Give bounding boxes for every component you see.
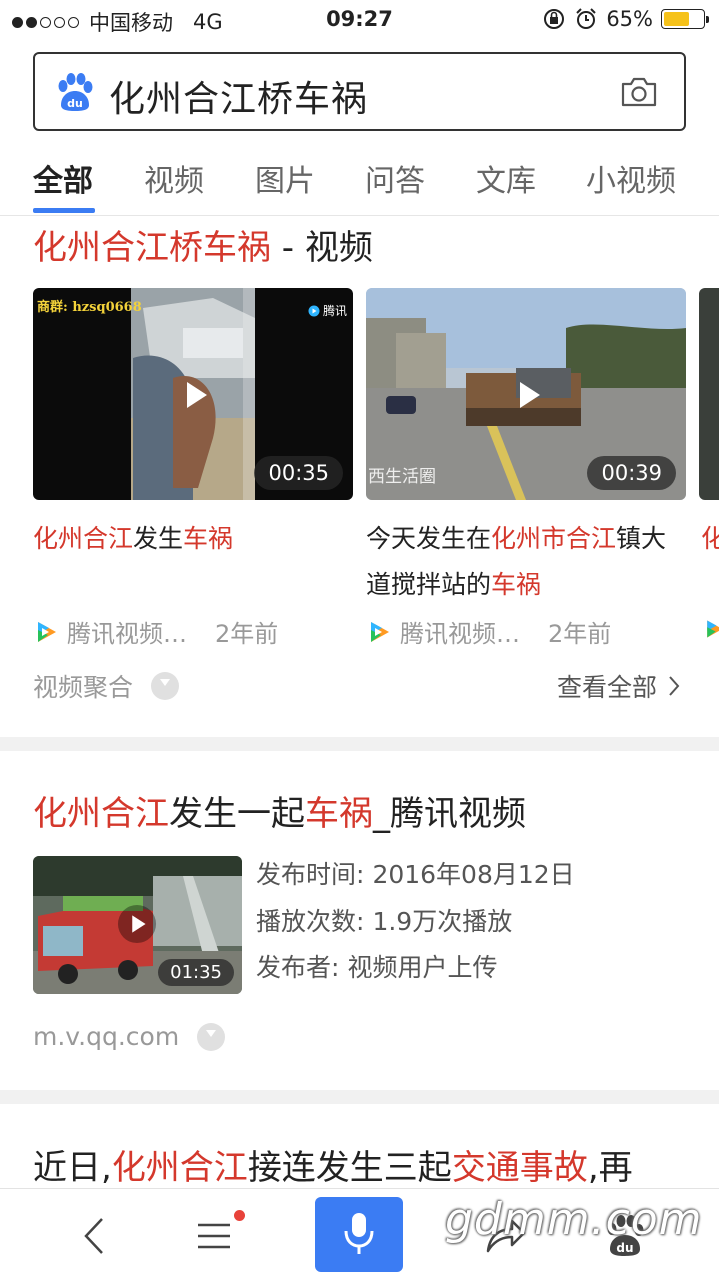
- tab-library[interactable]: 文库: [476, 156, 536, 200]
- video-card-partial[interactable]: 化: [699, 288, 719, 668]
- result-title[interactable]: 近日,化州合江接连发生三起交通事故,再: [33, 1140, 633, 1189]
- video-title[interactable]: 化: [701, 516, 719, 562]
- play-icon: [520, 382, 540, 408]
- tencent-video-icon: [707, 620, 719, 638]
- active-tab-indicator: [33, 208, 95, 213]
- video-card[interactable]: 西生活圈 00:39 今天发生在化州市合江镇大道搅拌站的车祸 腾讯视频… 2年前: [366, 288, 686, 648]
- search-query[interactable]: 化州合江桥车祸: [109, 70, 368, 122]
- tab-all[interactable]: 全部: [33, 156, 93, 200]
- tab-images[interactable]: 图片: [255, 156, 315, 200]
- back-icon[interactable]: [72, 1211, 122, 1261]
- tab-video[interactable]: 视频: [144, 156, 204, 200]
- tencent-video-icon: [371, 621, 389, 642]
- alarm-icon: [576, 8, 597, 29]
- chevron-down-icon[interactable]: [151, 672, 180, 700]
- publish-time: 发布时间: 2016年08月12日: [256, 860, 575, 889]
- notification-dot: [234, 1210, 245, 1221]
- menu-icon[interactable]: [190, 1211, 240, 1261]
- overlay-text: 商群: hzsq0668: [37, 300, 142, 315]
- tencent-watermark: 腾讯: [308, 302, 347, 319]
- rotation-lock-icon: [544, 9, 565, 29]
- video-thumbnail[interactable]: [699, 288, 719, 500]
- publisher: 发布者: 视频用户上传: [256, 953, 498, 982]
- video-duration: 00:39: [587, 456, 676, 490]
- video-card[interactable]: 商群: hzsq0668 腾讯 00:35 化州合江发生车祸 腾讯视频… 2年前: [33, 288, 353, 648]
- baidu-paw-icon: du: [58, 73, 93, 111]
- mic-icon: [344, 1213, 374, 1254]
- section-divider: [0, 1090, 719, 1104]
- video-duration: 01:35: [158, 959, 234, 986]
- video-duration: 00:35: [254, 456, 343, 490]
- result-domain[interactable]: m.v.qq.com: [33, 1022, 226, 1051]
- result-title[interactable]: 化州合江发生一起车祸_腾讯视频: [33, 786, 526, 835]
- video-section-title[interactable]: 化州合江桥车祸 - 视频: [33, 220, 373, 269]
- chevron-down-icon[interactable]: [197, 1022, 226, 1051]
- camera-icon[interactable]: [620, 76, 658, 108]
- search-tabs: 全部 视频 图片 问答 文库 小视频: [0, 150, 719, 216]
- view-all-link[interactable]: 查看全部: [557, 668, 681, 704]
- search-box[interactable]: du 化州合江桥车祸: [33, 52, 686, 131]
- svg-text:du: du: [67, 97, 83, 110]
- video-thumbnail[interactable]: 西生活圈 00:39: [366, 288, 686, 500]
- tab-short-video[interactable]: 小视频: [586, 156, 676, 200]
- section-divider: [0, 737, 719, 751]
- tab-qa[interactable]: 问答: [365, 156, 425, 200]
- play-count: 播放次数: 1.9万次播放: [256, 907, 513, 936]
- battery-icon: [661, 9, 709, 29]
- video-source: 腾讯视频… 2年前: [33, 614, 278, 649]
- video-thumbnail[interactable]: 商群: hzsq0668 腾讯 00:35: [33, 288, 353, 500]
- video-title[interactable]: 化州合江发生车祸: [33, 516, 353, 562]
- tencent-video-icon: [38, 621, 56, 642]
- play-icon: [117, 904, 157, 944]
- battery-percent: 65%: [606, 7, 653, 31]
- overlay-text: 西生活圈: [368, 467, 436, 487]
- status-bar: 中国移动 4G 09:27 65%: [0, 0, 719, 40]
- video-source: 腾讯视频… 2年前: [366, 614, 611, 649]
- video-aggregate[interactable]: 视频聚合: [33, 668, 180, 704]
- video-thumbnail[interactable]: 01:35: [33, 856, 242, 994]
- chevron-right-icon: [669, 676, 680, 696]
- play-icon: [187, 382, 207, 408]
- video-title[interactable]: 今天发生在化州市合江镇大道搅拌站的车祸: [366, 516, 686, 608]
- watermark: gdmm.com: [445, 1194, 703, 1245]
- voice-search-button[interactable]: [315, 1197, 403, 1272]
